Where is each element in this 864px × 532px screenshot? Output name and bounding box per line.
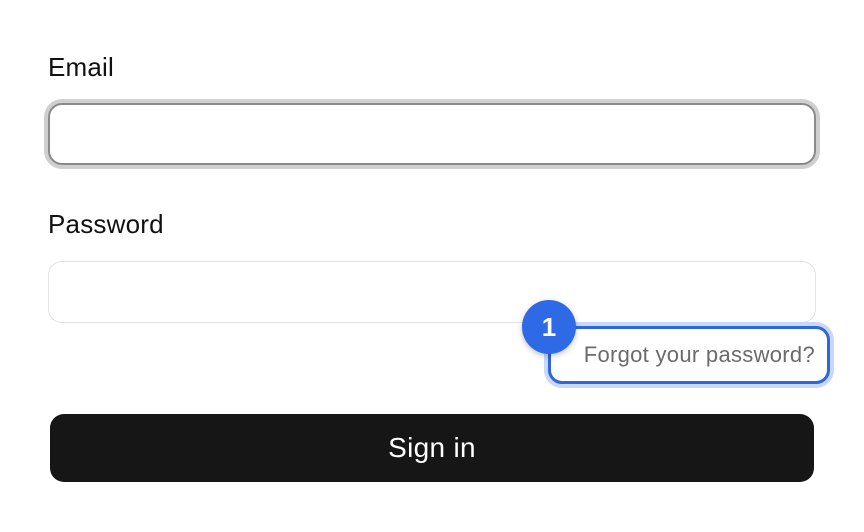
sign-in-button[interactable]: Sign in [50, 414, 814, 482]
signin-form: Email Password Forgot your password? 1 S… [0, 0, 864, 532]
password-label: Password [48, 209, 164, 239]
email-field[interactable] [48, 103, 816, 165]
email-label: Email [48, 52, 115, 82]
forgot-password-highlight: Forgot your password? [548, 326, 830, 384]
password-field[interactable] [48, 261, 816, 323]
forgot-password-link[interactable]: Forgot your password? [584, 342, 815, 368]
annotation-badge: 1 [522, 300, 576, 354]
